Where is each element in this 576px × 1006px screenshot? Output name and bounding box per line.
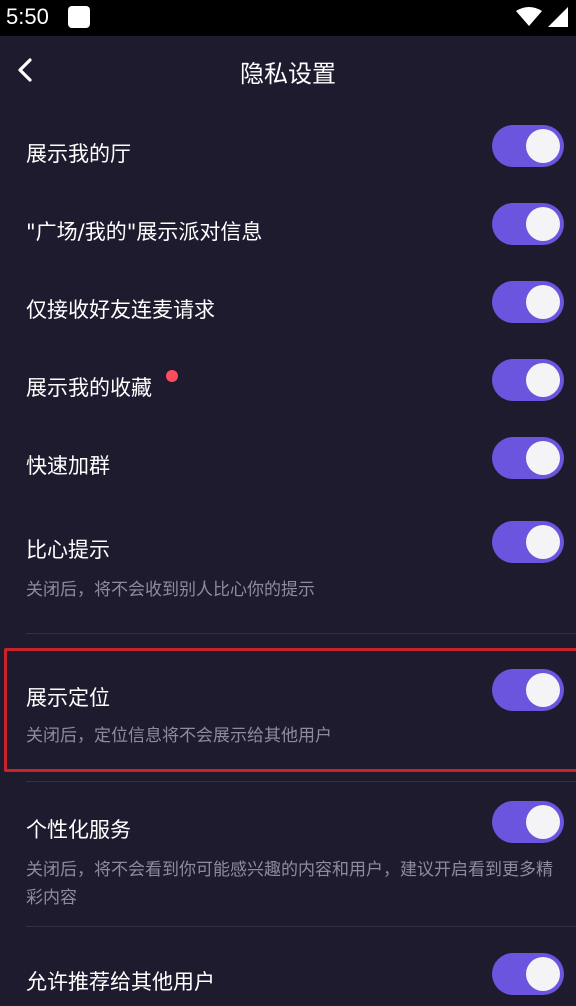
- setting-label: 快速加群: [26, 454, 110, 478]
- status-time: 5:50: [6, 4, 49, 29]
- toggle-knob: [526, 957, 560, 991]
- setting-label: 展示我的收藏: [26, 376, 152, 400]
- setting-label: 比心提示: [26, 538, 110, 562]
- divider: [26, 926, 576, 927]
- toggle-knob: [526, 441, 560, 475]
- setting-row-heart-notification: 比心提示 关闭后，将不会收到别人比心你的提示: [0, 516, 576, 616]
- toggle-knob: [526, 285, 560, 319]
- setting-description: 关闭后，将不会看到你可能感兴趣的内容和用户，建议开启看到更多精彩内容: [26, 860, 553, 908]
- setting-row-show-favorites: 展示我的收藏: [0, 354, 576, 412]
- divider: [26, 781, 576, 782]
- highlight-box: [4, 648, 576, 772]
- setting-row-recommend-to-others: 允许推荐给其他用户: [0, 948, 576, 1006]
- setting-description: 关闭后，将不会收到别人比心你的提示: [26, 580, 315, 600]
- quick-join-group-toggle[interactable]: [492, 437, 564, 479]
- recommend-to-others-toggle[interactable]: [492, 953, 564, 995]
- divider: [26, 633, 576, 634]
- header: 隐私设置: [0, 36, 576, 106]
- page-title: 隐私设置: [240, 60, 336, 88]
- setting-label: 允许推荐给其他用户: [26, 970, 215, 994]
- show-party-info-toggle[interactable]: [492, 203, 564, 245]
- status-icons: [516, 6, 568, 28]
- setting-row-show-party-info: "广场/我的"展示派对信息: [0, 198, 576, 256]
- setting-label: 仅接收好友连麦请求: [26, 298, 215, 322]
- toggle-knob: [526, 129, 560, 163]
- toggle-knob: [526, 805, 560, 839]
- signal-icon: [548, 7, 568, 27]
- setting-row-quick-join-group: 快速加群: [0, 432, 576, 490]
- setting-label: 个性化服务: [26, 818, 131, 842]
- toggle-knob: [526, 525, 560, 559]
- wifi-icon: [516, 7, 542, 26]
- heart-notification-toggle[interactable]: [492, 521, 564, 563]
- notification-icon: [68, 6, 90, 28]
- show-my-room-toggle[interactable]: [492, 125, 564, 167]
- show-favorites-toggle[interactable]: [492, 359, 564, 401]
- status-bar: 5:50: [0, 0, 576, 36]
- new-badge-dot: [166, 370, 178, 382]
- toggle-knob: [526, 363, 560, 397]
- setting-row-personalized-service: 个性化服务 关闭后，将不会看到你可能感兴趣的内容和用户，建议开启看到更多精彩内容: [0, 796, 576, 926]
- setting-label: "广场/我的"展示派对信息: [26, 220, 263, 244]
- friend-mic-requests-toggle[interactable]: [492, 281, 564, 323]
- toggle-knob: [526, 207, 560, 241]
- setting-row-show-my-room: 展示我的厅: [0, 120, 576, 178]
- setting-row-friend-mic-requests: 仅接收好友连麦请求: [0, 276, 576, 334]
- personalized-service-toggle[interactable]: [492, 801, 564, 843]
- setting-label: 展示我的厅: [26, 142, 131, 166]
